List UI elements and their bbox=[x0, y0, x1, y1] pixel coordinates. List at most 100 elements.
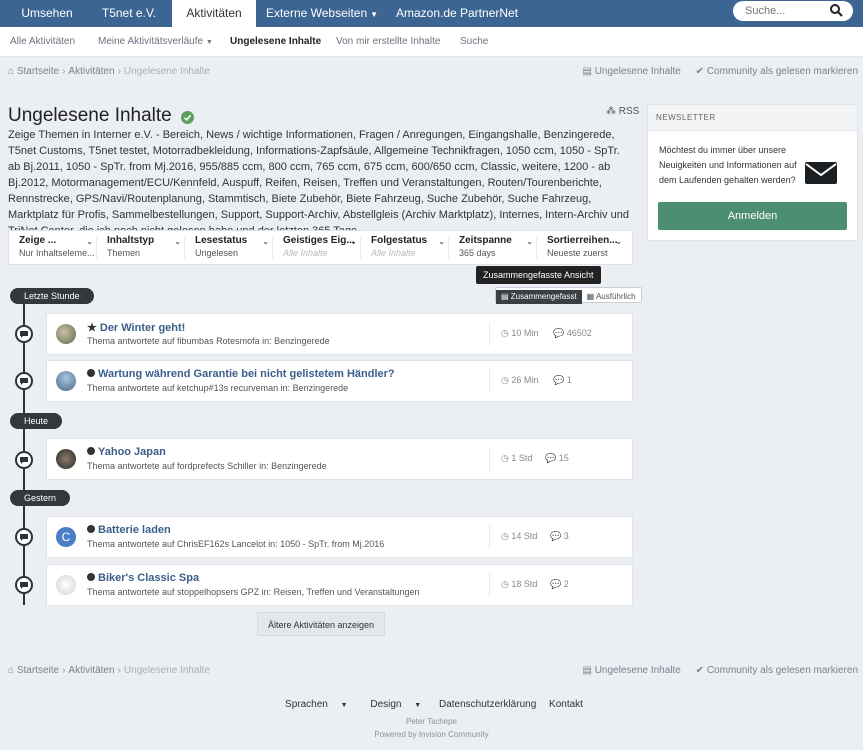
filter-zeige[interactable]: Zeige ... Nur Inhaltseleme... ⌄ bbox=[9, 231, 97, 264]
item-replies: 💬 1 bbox=[553, 375, 572, 386]
filter-value: 365 days bbox=[459, 248, 496, 258]
subnav-suche[interactable]: Suche bbox=[460, 36, 488, 47]
filter-sortierreihenfolge[interactable]: Sortierreihen... Neueste zuerst ⌄ bbox=[537, 231, 632, 264]
item-title-link[interactable]: Biker's Classic Spa bbox=[87, 572, 199, 584]
chevron-down-icon: ⌄ bbox=[615, 237, 622, 246]
filter-folgestatus[interactable]: Folgestatus Alle Inhalte ⌄ bbox=[361, 231, 449, 264]
item-subtitle: Thema antwortete auf ketchup#13s recurve… bbox=[87, 383, 349, 393]
item-title-link[interactable]: Batterie laden bbox=[87, 524, 171, 536]
activity-item[interactable]: Biker's Classic Spa Thema antwortete auf… bbox=[46, 564, 633, 606]
unread-content-link[interactable]: Ungelesene Inhalte bbox=[595, 66, 681, 77]
avatar[interactable] bbox=[56, 371, 76, 391]
footer-powered-by[interactable]: Powered by Invision Community bbox=[0, 730, 863, 739]
activity-item[interactable]: Yahoo Japan Thema antwortete auf fordpre… bbox=[46, 438, 633, 480]
filter-value: Neueste zuerst bbox=[547, 248, 608, 258]
newsletter-header: NEWSLETTER bbox=[648, 105, 857, 131]
rss-link[interactable]: ⁂ RSS bbox=[606, 106, 639, 117]
tab-umsehen[interactable]: Umsehen bbox=[8, 0, 86, 27]
unread-dot-icon bbox=[87, 369, 95, 377]
envelope-icon bbox=[805, 162, 837, 184]
activity-item[interactable]: Wartung während Garantie bei nicht gelis… bbox=[46, 360, 633, 402]
breadcrumb-startseite[interactable]: Startseite bbox=[17, 66, 59, 77]
comment-bubble-icon bbox=[15, 528, 33, 546]
view-expanded-button[interactable]: ▦ Ausführlich bbox=[582, 290, 641, 304]
filter-lesestatus[interactable]: Lesestatus Ungelesen ⌄ bbox=[185, 231, 273, 264]
breadcrumb-current: Ungelesene Inhalte bbox=[123, 66, 211, 77]
filter-zeitspanne[interactable]: Zeitspanne 365 days ⌄ bbox=[449, 231, 537, 264]
footer-language[interactable]: Sprachen ▼ bbox=[280, 699, 353, 710]
item-title-link[interactable]: Wartung während Garantie bei nicht gelis… bbox=[87, 368, 395, 380]
rss-icon: ⁂ bbox=[606, 106, 616, 117]
item-time: ◷ 14 Std bbox=[501, 531, 537, 542]
subnav-von-mir-erstellte[interactable]: Von mir erstellte Inhalte bbox=[336, 36, 441, 47]
tab-aktivitaeten[interactable]: Aktivitäten bbox=[172, 0, 256, 27]
avatar[interactable] bbox=[56, 575, 76, 595]
top-navigation: Umsehen T5net e.V. Aktivitäten Externe W… bbox=[0, 0, 863, 27]
chevron-right-icon: › bbox=[62, 66, 66, 77]
view-condensed-label: Zusammengefasst bbox=[510, 292, 577, 301]
star-icon: ★ bbox=[87, 322, 97, 334]
chevron-right-icon: › bbox=[117, 665, 121, 676]
item-title: Biker's Classic Spa bbox=[98, 572, 200, 584]
mark-community-read-link[interactable]: Community als gelesen markieren bbox=[707, 66, 858, 77]
search-box bbox=[733, 1, 853, 21]
time-value: 26 Min bbox=[511, 375, 539, 385]
tab-externe-webseiten[interactable]: Externe Webseiten ▼ bbox=[264, 0, 380, 27]
load-older-button[interactable]: Ältere Aktivitäten anzeigen bbox=[257, 612, 385, 636]
tab-amazon-partnernet[interactable]: Amazon.de PartnerNet bbox=[393, 0, 521, 27]
breadcrumb-aktivitaeten[interactable]: Aktivitäten bbox=[68, 66, 114, 77]
footer-contact[interactable]: Kontakt bbox=[549, 699, 583, 710]
footer-design-label: Design bbox=[370, 699, 402, 710]
item-title-link[interactable]: Yahoo Japan bbox=[87, 446, 166, 458]
divider bbox=[489, 369, 490, 393]
search-icon[interactable] bbox=[829, 3, 843, 17]
divider bbox=[489, 573, 490, 597]
unread-icon: ▤ bbox=[582, 66, 592, 77]
newsletter-text: Möchtest du immer über unsere Neuigkeite… bbox=[659, 145, 797, 185]
footer-owner: Peter Tschepe bbox=[406, 717, 457, 726]
newsletter-subscribe-button[interactable]: Anmelden bbox=[658, 202, 847, 230]
footer-privacy[interactable]: Datenschutzerklärung bbox=[439, 699, 536, 710]
avatar[interactable]: C bbox=[56, 527, 76, 547]
unread-content-link[interactable]: Ungelesene Inhalte bbox=[595, 665, 681, 676]
chevron-right-icon: › bbox=[62, 665, 66, 676]
search-input[interactable] bbox=[745, 4, 829, 18]
filter-label: Zeitspanne bbox=[459, 235, 512, 246]
avatar[interactable] bbox=[56, 449, 76, 469]
home-icon: ⌂ bbox=[8, 665, 15, 676]
activity-item[interactable]: C Batterie laden Thema antwortete auf Ch… bbox=[46, 516, 633, 558]
filter-label: Geistiges Eig... bbox=[283, 235, 355, 246]
filter-label: Zeige ... bbox=[19, 235, 57, 246]
checkmark-circle-icon bbox=[181, 111, 194, 124]
chevron-down-icon: ⌄ bbox=[262, 237, 269, 246]
filter-value: Alle Inhalte bbox=[283, 248, 328, 258]
breadcrumb-startseite[interactable]: Startseite bbox=[17, 665, 59, 676]
tab-t5net-ev[interactable]: T5net e.V. bbox=[92, 0, 166, 27]
chevron-down-icon: ⌄ bbox=[350, 237, 357, 246]
chevron-right-icon: › bbox=[117, 66, 121, 77]
replies-value: 3 bbox=[563, 531, 569, 541]
footer-design[interactable]: Design ▼ bbox=[365, 699, 426, 710]
filter-label: Folgestatus bbox=[371, 235, 428, 246]
breadcrumb-aktivitaeten[interactable]: Aktivitäten bbox=[68, 665, 114, 676]
filter-geistiges-eigentum[interactable]: Geistiges Eig... Alle Inhalte ⌄ bbox=[273, 231, 361, 264]
filter-label: Lesestatus bbox=[195, 235, 248, 246]
replies-value: 2 bbox=[563, 579, 569, 589]
mark-community-read-link[interactable]: Community als gelesen markieren bbox=[707, 665, 858, 676]
subnav-ungelesene-inhalte[interactable]: Ungelesene Inhalte bbox=[230, 36, 321, 47]
subnav-meine-aktivitaetsverlaeufe[interactable]: Meine Aktivitätsverläufe ▼ bbox=[98, 36, 213, 47]
newsletter-widget: NEWSLETTER Möchtest du immer über unsere… bbox=[647, 104, 858, 241]
item-replies: 💬 2 bbox=[550, 579, 569, 590]
replies-value: 46502 bbox=[566, 328, 592, 338]
item-replies: 💬 15 bbox=[545, 453, 569, 464]
rss-label: RSS bbox=[618, 106, 640, 117]
filter-inhaltstyp[interactable]: Inhaltstyp Themen ⌄ bbox=[97, 231, 185, 264]
view-condensed-button[interactable]: ▤ Zusammengefasst bbox=[496, 290, 582, 304]
avatar[interactable] bbox=[56, 324, 76, 344]
subnav-alle-aktivitaeten[interactable]: Alle Aktivitäten bbox=[10, 36, 75, 47]
group-label-heute: Heute bbox=[10, 413, 63, 429]
breadcrumb-actions-bottom: ▤ Ungelesene Inhalte ✔ Community als gel… bbox=[582, 665, 858, 676]
footer-language-label: Sprachen bbox=[285, 699, 328, 710]
item-title-link[interactable]: ★ Der Winter geht! bbox=[87, 321, 185, 334]
activity-item[interactable]: ★ Der Winter geht! Thema antwortete auf f… bbox=[46, 313, 633, 355]
